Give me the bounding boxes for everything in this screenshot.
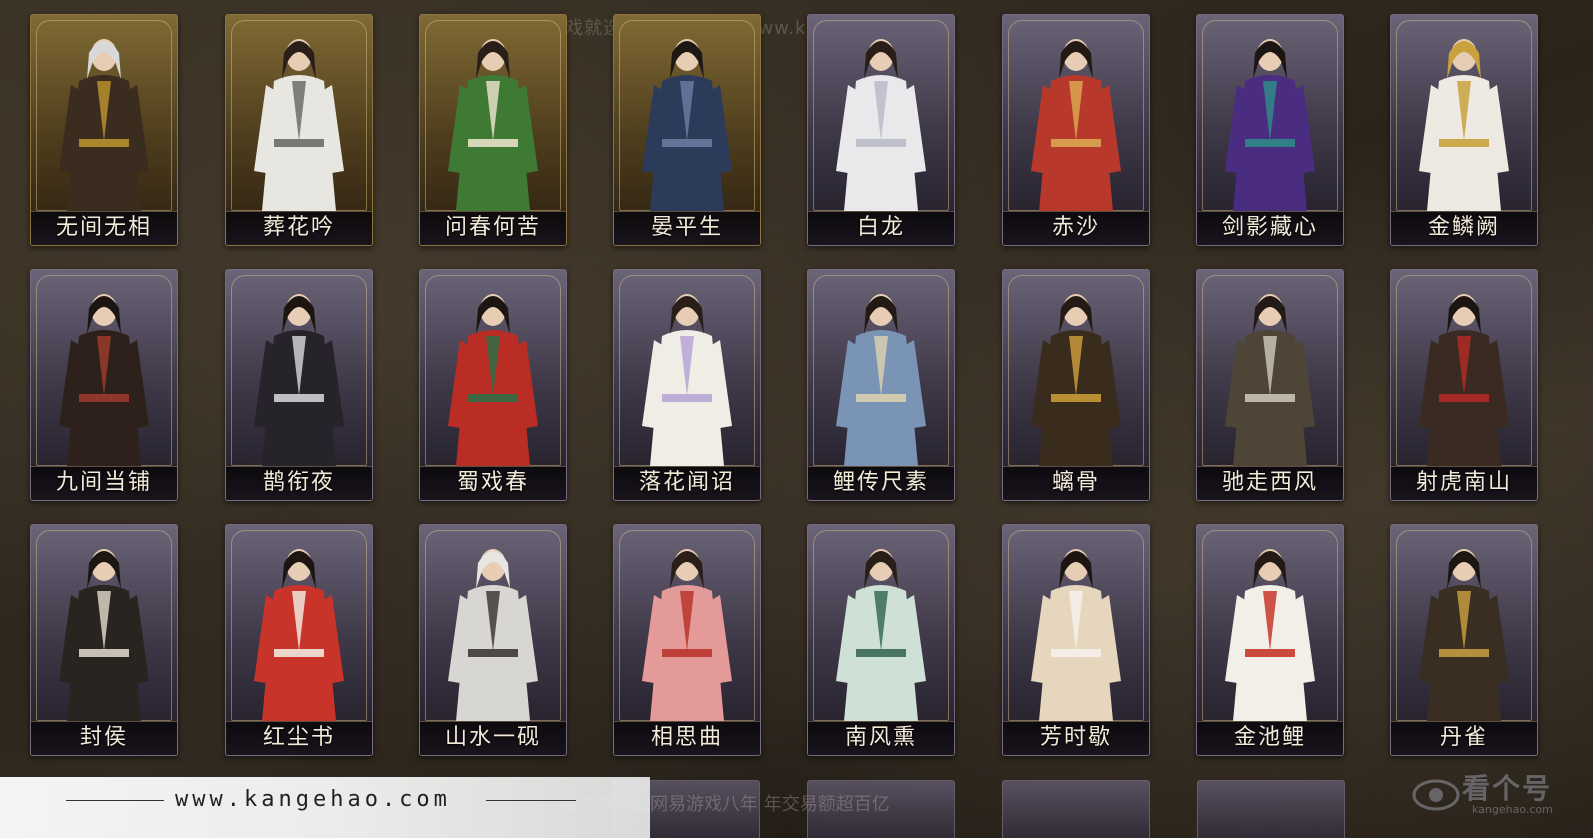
divider — [486, 800, 576, 801]
watermark-top: 网易游戏就选看个号 网址：www.kangehao.com — [508, 18, 938, 39]
outfit-card[interactable]: 葬花吟 — [225, 14, 373, 246]
outfit-card[interactable]: 螭骨 — [1002, 269, 1150, 501]
outfit-card[interactable]: 封侯 — [30, 524, 178, 756]
partial-card — [1197, 780, 1345, 838]
outfit-name: 问春何苦 — [444, 215, 541, 240]
outfit-name: 红尘书 — [262, 725, 335, 750]
character-figure — [1031, 39, 1121, 211]
outfit-name: 蜀戏春 — [456, 470, 529, 495]
outfit-card[interactable]: 红尘书 — [225, 524, 373, 756]
character-figure — [254, 549, 344, 721]
outfit-name: 鹊衔夜 — [262, 470, 335, 495]
character-figure — [254, 39, 344, 211]
outfit-card[interactable]: 驰走西风 — [1196, 269, 1344, 501]
outfit-name: 封侯 — [79, 725, 128, 750]
character-figure — [836, 39, 926, 211]
outfit-name: 山水一砚 — [444, 725, 541, 750]
outfit-name: 射虎南山 — [1415, 470, 1512, 495]
character-figure — [448, 39, 538, 211]
outfit-card[interactable]: 剑影藏心 — [1196, 14, 1344, 246]
character-figure — [836, 294, 926, 466]
site-url: www.kangehao.com — [175, 787, 451, 812]
outfit-name: 相思曲 — [650, 725, 723, 750]
divider — [66, 800, 164, 801]
kangehao-logo: 看个号 kangehao.com — [1412, 765, 1582, 831]
outfit-name: 南风熏 — [844, 725, 917, 750]
character-figure — [254, 294, 344, 466]
outfit-name: 螭骨 — [1051, 470, 1100, 495]
outfit-name: 金池鲤 — [1233, 725, 1306, 750]
character-figure — [1419, 294, 1509, 466]
outfit-name: 落花闻诏 — [638, 470, 735, 495]
outfit-card[interactable]: 相思曲 — [613, 524, 761, 756]
character-figure — [1419, 39, 1509, 211]
outfit-name: 无间无相 — [55, 215, 152, 240]
partial-card — [1002, 780, 1150, 838]
outfit-card[interactable]: 九间当铺 — [30, 269, 178, 501]
character-figure — [642, 549, 732, 721]
outfit-gallery: 网易游戏就选看个号 网址：www.kangehao.com 无间无相 葬花吟 问春何… — [0, 0, 1593, 838]
outfit-name: 金鳞阙 — [1427, 215, 1500, 240]
logo-text: 看个号 — [1462, 772, 1553, 805]
character-figure — [448, 549, 538, 721]
outfit-card[interactable]: 白龙 — [807, 14, 955, 246]
character-figure — [1225, 549, 1315, 721]
character-figure — [59, 549, 149, 721]
character-figure — [642, 294, 732, 466]
character-figure — [836, 549, 926, 721]
outfit-name: 赤沙 — [1051, 215, 1100, 240]
outfit-name: 晏平生 — [650, 215, 723, 240]
outfit-card[interactable]: 南风熏 — [807, 524, 955, 756]
character-figure — [1225, 294, 1315, 466]
outfit-card[interactable]: 丹雀 — [1390, 524, 1538, 756]
character-figure — [1031, 294, 1121, 466]
outfit-card[interactable]: 问春何苦 — [419, 14, 567, 246]
outfit-name: 芳时歇 — [1039, 725, 1112, 750]
outfit-card[interactable]: 芳时歇 — [1002, 524, 1150, 756]
eye-icon — [1412, 779, 1460, 811]
character-figure — [59, 294, 149, 466]
logo-subtext: kangehao.com — [1472, 803, 1553, 816]
outfit-card[interactable]: 鲤传尺素 — [807, 269, 955, 501]
outfit-card[interactable]: 鹊衔夜 — [225, 269, 373, 501]
outfit-card[interactable]: 无间无相 — [30, 14, 178, 246]
outfit-card[interactable]: 金鳞阙 — [1390, 14, 1538, 246]
character-figure — [1419, 549, 1509, 721]
outfit-card[interactable]: 射虎南山 — [1390, 269, 1538, 501]
outfit-name: 九间当铺 — [55, 470, 152, 495]
outfit-name: 丹雀 — [1439, 725, 1488, 750]
outfit-name: 白龙 — [856, 215, 905, 240]
character-figure — [1031, 549, 1121, 721]
outfit-card[interactable]: 落花闻诏 — [613, 269, 761, 501]
outfit-name: 剑影藏心 — [1221, 215, 1318, 240]
character-figure — [642, 39, 732, 211]
outfit-card[interactable]: 晏平生 — [613, 14, 761, 246]
character-figure — [1225, 39, 1315, 211]
outfit-name: 葬花吟 — [262, 215, 335, 240]
outfit-name: 驰走西风 — [1221, 470, 1318, 495]
bottom-url-bar: www.kangehao.com — [0, 777, 650, 838]
outfit-card[interactable]: 蜀戏春 — [419, 269, 567, 501]
character-figure — [448, 294, 538, 466]
outfit-card[interactable]: 山水一砚 — [419, 524, 567, 756]
outfit-card[interactable]: 赤沙 — [1002, 14, 1150, 246]
character-figure — [59, 39, 149, 211]
outfit-name: 鲤传尺素 — [832, 470, 929, 495]
outfit-card[interactable]: 金池鲤 — [1196, 524, 1344, 756]
